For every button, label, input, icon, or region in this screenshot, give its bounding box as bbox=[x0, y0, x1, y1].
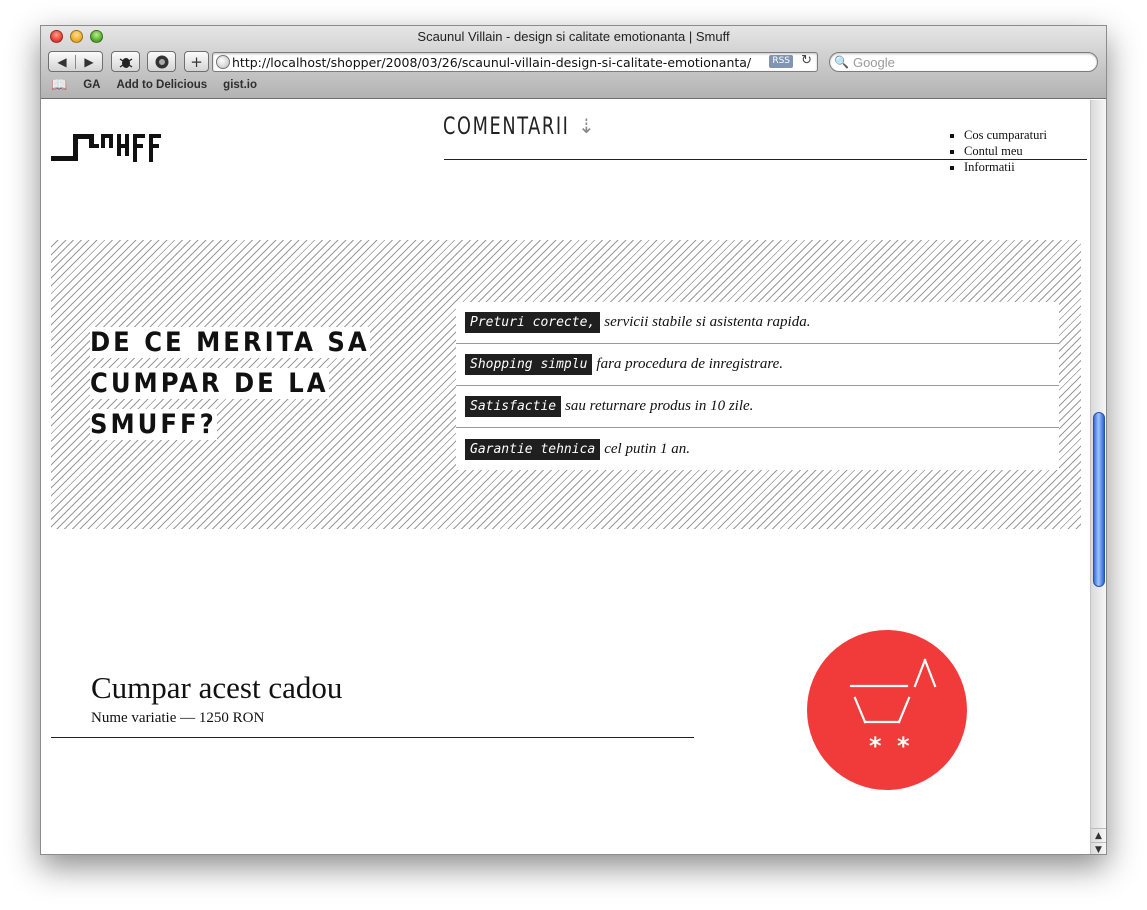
feature-item: Shopping simplu fara procedura de inregi… bbox=[456, 344, 1059, 386]
svg-text:*: * bbox=[897, 732, 910, 760]
smuff-logo[interactable] bbox=[51, 128, 167, 168]
shopping-cart-icon[interactable]: * * bbox=[807, 630, 967, 790]
gift-title: Cumpar acest cadou bbox=[91, 670, 343, 705]
scroll-down-icon[interactable]: ▼ bbox=[1091, 842, 1106, 854]
bookmark-gist-io[interactable]: gist.io bbox=[223, 79, 257, 91]
gift-variation-price: Nume variatie — 1250 RON bbox=[91, 710, 265, 726]
bookmarks-book-icon[interactable]: 📖 bbox=[51, 77, 67, 93]
comments-heading[interactable]: COMENTARII bbox=[443, 112, 570, 140]
why-smuff-title: DE CE MERITA SA CUMPAR DE LA SMUFF? bbox=[90, 322, 450, 445]
back-forward-group: ◀ ▶ bbox=[48, 51, 103, 72]
url-text: http://localhost/shopper/2008/03/26/scau… bbox=[232, 54, 752, 70]
add-bookmark-icon[interactable]: + bbox=[184, 51, 209, 72]
search-field[interactable]: 🔍 Google bbox=[829, 52, 1098, 72]
feature-text: cel putin 1 an. bbox=[604, 440, 691, 457]
back-icon[interactable]: ◀ bbox=[49, 54, 76, 69]
bug-icon[interactable] bbox=[111, 51, 140, 72]
feature-item: Preturi corecte, servicii stabile si asi… bbox=[456, 302, 1059, 344]
top-menu: Cos cumparaturi Contul meu Informatii bbox=[949, 127, 1047, 175]
address-bar[interactable]: http://localhost/shopper/2008/03/26/scau… bbox=[212, 52, 818, 72]
bookmark-ga[interactable]: GA bbox=[83, 79, 100, 91]
why-smuff-section: DE CE MERITA SA CUMPAR DE LA SMUFF? Pret… bbox=[51, 240, 1081, 529]
search-placeholder: Google bbox=[852, 54, 895, 70]
window-title: Scaunul Villain - design si calitate emo… bbox=[417, 29, 730, 44]
why-title-line-2: CUMPAR DE LA SMUFF? bbox=[90, 368, 329, 440]
feature-text: fara procedura de inregistrare. bbox=[596, 356, 784, 372]
down-arrow-icon[interactable]: ⇣ bbox=[578, 114, 595, 138]
reload-icon[interactable]: ↻ bbox=[801, 53, 812, 68]
feature-tag: Satisfactie bbox=[465, 396, 562, 417]
globe-icon bbox=[216, 55, 230, 69]
scroll-up-icon[interactable]: ▲ bbox=[1091, 828, 1106, 842]
browser-window: Scaunul Villain - design si calitate emo… bbox=[40, 25, 1107, 855]
menu-item-account[interactable]: Contul meu bbox=[964, 143, 1047, 159]
feature-item: Garantie tehnica cel putin 1 an. bbox=[456, 428, 1059, 470]
rss-badge[interactable]: RSS bbox=[769, 55, 793, 68]
menu-item-cart[interactable]: Cos cumparaturi bbox=[964, 127, 1047, 143]
feature-text: servicii stabile si asistenta rapida. bbox=[604, 314, 811, 330]
forward-icon[interactable]: ▶ bbox=[76, 55, 102, 69]
feature-text: sau returnare produs in 10 zile. bbox=[565, 398, 754, 414]
scrollbar-thumb[interactable] bbox=[1093, 412, 1105, 587]
feature-tag: Preturi corecte, bbox=[465, 312, 601, 333]
bookmarks-bar: 📖 GA Add to Delicious gist.io bbox=[51, 77, 257, 93]
gift-divider bbox=[51, 737, 694, 738]
snapshot-icon[interactable] bbox=[147, 51, 176, 72]
svg-text:*: * bbox=[869, 732, 882, 760]
search-icon: 🔍 bbox=[834, 55, 849, 69]
vertical-scrollbar[interactable]: ▲ ▼ bbox=[1090, 100, 1106, 854]
bookmark-add-to-delicious[interactable]: Add to Delicious bbox=[116, 79, 207, 91]
menu-item-info[interactable]: Informatii bbox=[964, 159, 1047, 175]
feature-tag: Garantie tehnica bbox=[465, 438, 601, 460]
feature-item: Satisfactie sau returnare produs in 10 z… bbox=[456, 386, 1059, 428]
browser-toolbar: Scaunul Villain - design si calitate emo… bbox=[41, 26, 1106, 99]
feature-tag: Shopping simplu bbox=[465, 354, 593, 375]
features-list: Preturi corecte, servicii stabile si asi… bbox=[456, 302, 1059, 470]
web-page: COMENTARII ⇣ Cos cumparaturi Contul meu … bbox=[41, 100, 1091, 854]
why-title-line-1: DE CE MERITA SA bbox=[90, 327, 370, 358]
